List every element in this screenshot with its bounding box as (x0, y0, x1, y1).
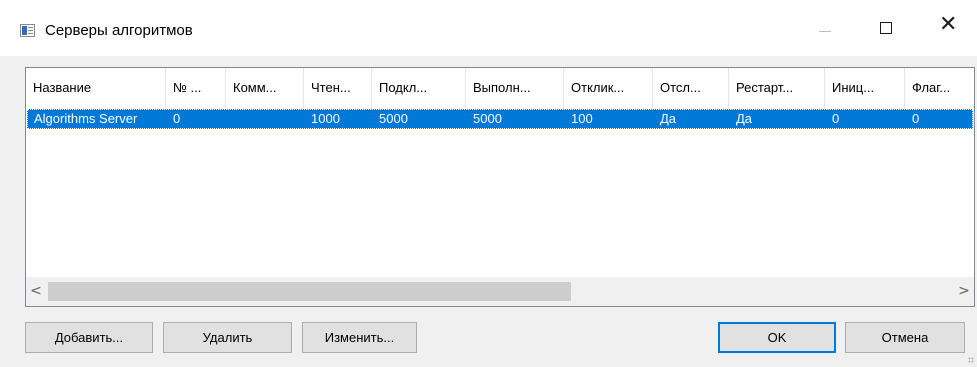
close-button[interactable]: ✕ (928, 6, 974, 46)
column-header-track[interactable]: Отсл... (653, 68, 729, 108)
column-header-execute[interactable]: Выполн... (466, 68, 564, 108)
cell-restart: Да (736, 111, 753, 126)
delete-button[interactable]: Удалить (163, 322, 292, 353)
cell-read: 1000 (311, 111, 340, 126)
column-header-restart[interactable]: Рестарт... (729, 68, 825, 108)
resize-grip-icon[interactable] (968, 357, 974, 363)
dialog-window: Серверы алгоритмов ✕ Название № ... Комм… (0, 0, 977, 367)
scroll-thumb[interactable] (48, 282, 571, 301)
cell-execute: 5000 (473, 111, 502, 126)
scroll-right-arrow-icon[interactable]: > (954, 277, 974, 306)
cell-flag: 0 (912, 111, 920, 126)
cell-comment (226, 109, 304, 129)
column-header-connect[interactable]: Подкл... (372, 68, 466, 108)
cell-connect: 5000 (379, 111, 408, 126)
minimize-button[interactable] (802, 6, 848, 46)
maximize-button[interactable] (864, 6, 910, 46)
list-header: Название № ... Комм... Чтен... Подкл... … (26, 68, 974, 108)
column-header-init[interactable]: Иниц... (825, 68, 905, 108)
column-header-read[interactable]: Чтен... (304, 68, 372, 108)
edit-button[interactable]: Изменить... (302, 322, 417, 353)
close-icon: ✕ (939, 12, 958, 37)
column-header-comment[interactable]: Комм... (226, 68, 304, 108)
column-header-number[interactable]: № ... (166, 68, 226, 108)
cell-response: 100 (571, 111, 593, 126)
list-item[interactable]: Algorithms Server 0 1000 5000 5000 100 Д… (27, 109, 973, 129)
cell-track: Да (660, 111, 677, 126)
add-button[interactable]: Добавить... (25, 322, 153, 353)
column-header-flag[interactable]: Флаг... (905, 68, 974, 108)
cell-init: 0 (832, 111, 840, 126)
scroll-left-arrow-icon[interactable]: < (26, 277, 46, 306)
title-bar: Серверы алгоритмов ✕ (0, 6, 977, 56)
app-window-icon (20, 24, 35, 37)
window-title: Серверы алгоритмов (45, 22, 193, 39)
ok-button[interactable]: OK (718, 322, 836, 353)
cell-name: Algorithms Server (34, 111, 138, 126)
horizontal-scrollbar[interactable]: < > (26, 277, 974, 306)
column-header-name[interactable]: Название (26, 68, 166, 108)
column-header-response[interactable]: Отклик... (564, 68, 653, 108)
minimize-icon (819, 31, 831, 32)
cell-number: 0 (173, 111, 181, 126)
maximize-icon (880, 22, 892, 34)
servers-list[interactable]: Название № ... Комм... Чтен... Подкл... … (25, 67, 975, 307)
cancel-button[interactable]: Отмена (845, 322, 965, 353)
